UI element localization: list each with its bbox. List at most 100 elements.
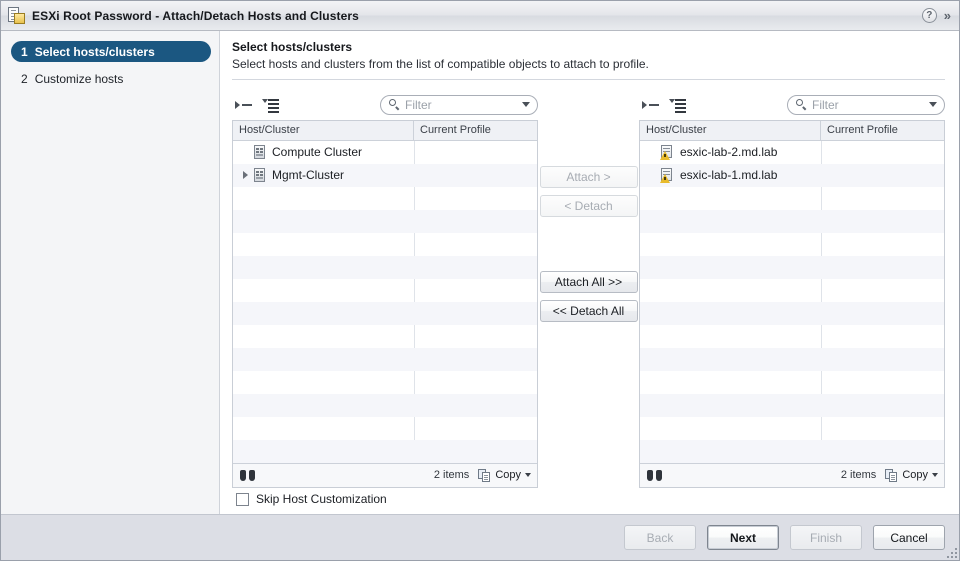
empty-row	[640, 209, 944, 233]
step-number: 2	[21, 71, 28, 86]
empty-row	[233, 233, 537, 256]
step-number: 1	[21, 44, 28, 59]
list-menu-icon[interactable]	[669, 97, 687, 113]
available-objects-panel: Host/Cluster Current Profile Compute Clu…	[232, 90, 538, 488]
copy-icon	[478, 468, 491, 482]
right-panel-toolbar	[639, 90, 945, 120]
column-header-host-cluster[interactable]: Host/Cluster	[233, 120, 414, 140]
profile-document-icon	[8, 7, 25, 24]
left-panel-toolbar	[232, 90, 538, 120]
cluster-icon	[253, 168, 266, 183]
copy-button[interactable]: Copy	[885, 468, 938, 482]
transfer-buttons: Attach > < Detach Attach All >> << Detac…	[538, 90, 639, 329]
expand-toggle-icon[interactable]	[239, 171, 251, 179]
empty-row	[640, 233, 944, 256]
copy-button[interactable]: Copy	[478, 468, 531, 482]
empty-row	[233, 279, 537, 302]
divider	[232, 79, 945, 80]
attach-button[interactable]: Attach >	[539, 165, 638, 188]
wizard-step-sidebar: 1 Select hosts/clusters 2 Customize host…	[1, 31, 220, 514]
wizard-content: Select hosts/clusters Select hosts and c…	[220, 31, 959, 514]
empty-row	[640, 187, 944, 210]
row-label: Compute Cluster	[272, 145, 363, 160]
titlebar-actions: ? »	[921, 8, 953, 23]
right-filter-box[interactable]	[787, 94, 945, 115]
left-grid-header: Host/Cluster Current Profile	[233, 120, 537, 141]
empty-row	[233, 417, 537, 440]
expand-tree-icon[interactable]	[235, 97, 253, 113]
finish-button[interactable]: Finish	[790, 525, 862, 550]
chevron-down-icon	[525, 473, 531, 478]
back-button[interactable]: Back	[624, 525, 696, 550]
cluster-icon	[253, 145, 266, 160]
items-count: 2 items	[840, 469, 877, 482]
empty-row	[233, 187, 537, 210]
chevron-down-icon[interactable]	[929, 102, 937, 108]
chevron-down-icon	[932, 473, 938, 478]
right-grid: Host/Cluster Current Profile esxic-lab-2…	[639, 119, 945, 488]
left-grid-body: Compute Cluster Mgmt-Cluster	[233, 140, 537, 463]
detach-button[interactable]: < Detach	[539, 194, 638, 217]
empty-row	[640, 255, 944, 279]
list-menu-icon[interactable]	[262, 97, 280, 113]
copy-label: Copy	[495, 469, 521, 482]
sidebar-step-select-hosts[interactable]: 1 Select hosts/clusters	[11, 41, 211, 62]
search-icon	[389, 99, 400, 110]
empty-row	[640, 347, 944, 371]
empty-row	[233, 209, 537, 233]
empty-row	[233, 439, 537, 463]
detach-all-button[interactable]: << Detach All	[539, 299, 638, 322]
chevron-down-icon[interactable]	[522, 102, 530, 108]
left-filter-input[interactable]	[405, 97, 518, 112]
items-count: 2 items	[433, 469, 470, 482]
skip-host-customization-label: Skip Host Customization	[256, 492, 387, 506]
left-filter-box[interactable]	[380, 94, 538, 115]
expand-chevron-icon[interactable]: »	[944, 9, 951, 22]
empty-row	[640, 439, 944, 463]
empty-row	[640, 301, 944, 325]
skip-host-customization-checkbox[interactable]	[236, 492, 249, 506]
expand-tree-icon[interactable]	[642, 97, 660, 113]
row-label: esxic-lab-1.md.lab	[680, 168, 778, 183]
empty-row	[640, 393, 944, 417]
next-button[interactable]: Next	[707, 525, 779, 550]
column-header-current-profile[interactable]: Current Profile	[821, 121, 944, 140]
dialog-body: 1 Select hosts/clusters 2 Customize host…	[1, 31, 959, 514]
resize-grip[interactable]	[945, 546, 957, 558]
table-row[interactable]: Compute Cluster	[233, 141, 537, 164]
sidebar-step-customize-hosts[interactable]: 2 Customize hosts	[11, 68, 211, 89]
attach-detach-hosts-dialog: ESXi Root Password - Attach/Detach Hosts…	[0, 0, 960, 561]
empty-row	[233, 371, 537, 394]
table-row[interactable]: esxic-lab-2.md.lab	[640, 141, 944, 164]
dialog-footer: Back Next Finish Cancel	[1, 514, 959, 560]
binoculars-icon[interactable]	[647, 469, 662, 481]
empty-row	[233, 301, 537, 325]
step-label: Select hosts/clusters	[34, 44, 155, 59]
column-header-host-cluster[interactable]: Host/Cluster	[640, 120, 821, 140]
empty-row	[640, 371, 944, 394]
cancel-button[interactable]: Cancel	[873, 525, 945, 550]
step-label: Customize hosts	[34, 71, 124, 86]
transfer-area: Host/Cluster Current Profile Compute Clu…	[232, 90, 945, 488]
empty-row	[640, 325, 944, 348]
empty-row	[233, 255, 537, 279]
right-filter-input[interactable]	[812, 97, 925, 112]
empty-row	[640, 417, 944, 440]
binoculars-icon[interactable]	[240, 469, 255, 481]
copy-label: Copy	[902, 469, 928, 482]
empty-row	[640, 279, 944, 302]
row-label: esxic-lab-2.md.lab	[680, 145, 778, 160]
search-icon	[796, 99, 807, 110]
host-warning-icon	[660, 168, 674, 184]
dialog-titlebar: ESXi Root Password - Attach/Detach Hosts…	[1, 1, 959, 31]
table-row[interactable]: esxic-lab-1.md.lab	[640, 163, 944, 187]
skip-host-customization-row[interactable]: Skip Host Customization	[232, 484, 945, 514]
attached-objects-panel: Host/Cluster Current Profile esxic-lab-2…	[639, 90, 945, 488]
help-icon[interactable]: ?	[921, 8, 937, 23]
page-title: Select hosts/clusters	[232, 40, 353, 54]
table-row[interactable]: Mgmt-Cluster	[233, 163, 537, 187]
copy-icon	[885, 468, 898, 482]
column-header-current-profile[interactable]: Current Profile	[414, 121, 537, 140]
attach-all-button[interactable]: Attach All >>	[539, 270, 638, 293]
right-grid-body: esxic-lab-2.md.lab esxic-lab-1.md.lab	[640, 140, 944, 463]
